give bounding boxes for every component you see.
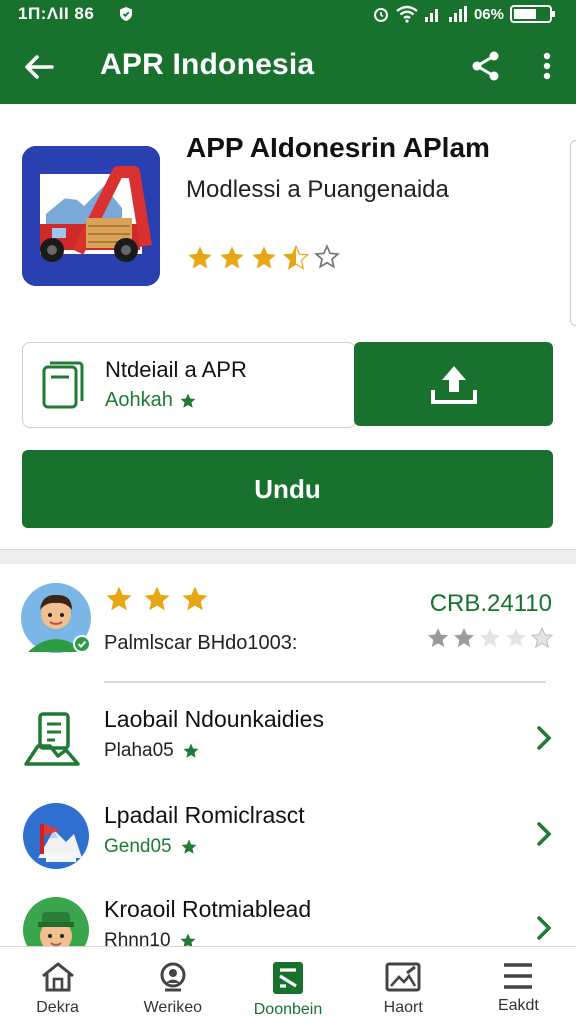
nav-label: Haort [383, 999, 423, 1016]
star-half-icon [282, 244, 310, 270]
signal-icon-2 [448, 6, 467, 22]
header: 1Π:ΛΙΙ 86 06% APR Indonesia [0, 0, 576, 104]
star-empty-icon [314, 244, 340, 269]
star-full-icon [144, 586, 170, 611]
list-item-sub-label: Gend05 [104, 836, 172, 857]
download-button[interactable]: Undu [22, 450, 553, 528]
page-title: APR Indonesia [100, 48, 315, 81]
star-full-icon [182, 586, 208, 611]
share-icon[interactable] [468, 48, 504, 84]
app-icon[interactable] [22, 146, 160, 286]
upload-icon [430, 366, 477, 404]
file-name: Ntdeiail a APR [105, 357, 247, 382]
section-separator [0, 550, 576, 564]
star-empty-icon [506, 628, 526, 647]
menu-icon [504, 963, 533, 989]
star-icon [180, 393, 196, 408]
divider [104, 681, 546, 683]
app-rating-stars [186, 244, 340, 272]
app-card: APP AIdonesrin APlam Modlessi a Puangena… [0, 104, 576, 550]
review-score: CRB.24110 [429, 590, 552, 617]
list-item-sub: Plaha05 [104, 740, 200, 762]
chevron-right-icon[interactable] [532, 818, 556, 850]
nav-item-home[interactable]: Dekra [0, 947, 115, 1024]
star-empty-icon [480, 628, 500, 647]
reviewer-name: Palmlscar BHdo1003: [104, 632, 298, 654]
star-gray-icon [428, 628, 448, 647]
list-item-title: Laobail Ndounkaidies [104, 706, 324, 732]
status-right: 06% [372, 4, 556, 24]
app-name: APP AIdonesrin APlam [186, 132, 490, 163]
back-arrow-icon[interactable] [22, 50, 56, 84]
battery-percent: 06% [473, 5, 504, 23]
star-full-icon [252, 246, 276, 269]
upload-button[interactable] [354, 342, 553, 426]
nav-label: Dekra [36, 999, 79, 1016]
nav-label: Doonbein [253, 1001, 323, 1018]
home-icon [41, 962, 74, 992]
file-info-box[interactable]: Ntdeiail a APR Aohkah [22, 342, 356, 428]
nav-label: Werikeo [143, 999, 202, 1016]
list-item[interactable]: Laobail Ndounkaidies Plaha05 [0, 692, 576, 784]
avatar [20, 582, 92, 656]
wifi-icon [396, 5, 418, 23]
app-developer: Modlessi a Puangenaida [186, 176, 449, 203]
star-empty-icon [530, 626, 554, 649]
search-person-icon [160, 962, 186, 992]
list-item-sub: Gend05 [104, 836, 198, 858]
review-gray-stars [426, 626, 554, 650]
alarm-icon [373, 8, 388, 22]
nav-label: Eakdt [497, 997, 539, 1014]
list-item[interactable]: Lpadail Romiclrasct Gend05 [0, 788, 576, 880]
document-hand-icon [22, 706, 90, 774]
shield-icon [118, 6, 134, 27]
chevron-right-icon[interactable] [532, 912, 556, 944]
app-bar: APR Indonesia [0, 30, 576, 104]
status-bar: 1Π:ΛΙΙ 86 06% [0, 0, 576, 30]
star-icon [183, 743, 199, 758]
star-full-icon [106, 586, 132, 611]
image-edit-icon [385, 962, 421, 992]
star-gray-icon [454, 628, 474, 647]
chevron-right-icon[interactable] [532, 722, 556, 754]
bottom-nav: Dekra Werikeo Doonbein Haort Eakdt [0, 946, 576, 1024]
list-item-sub-label: Plaha05 [104, 740, 174, 761]
battery-icon [510, 5, 555, 23]
nav-item-menu[interactable]: Eakdt [461, 947, 576, 1024]
more-vert-icon[interactable] [534, 48, 560, 84]
nav-item-image[interactable]: Haort [346, 947, 461, 1024]
side-panel-edge[interactable] [570, 140, 576, 326]
star-icon [181, 839, 197, 854]
status-time: 1Π:ΛΙΙ 86 [18, 4, 95, 23]
star-full-icon [220, 246, 244, 269]
nav-item-search[interactable]: Werikeo [115, 947, 230, 1024]
document-icon [41, 361, 85, 416]
signal-icon [424, 9, 438, 22]
review-stars [104, 584, 210, 614]
list-item-title: Kroaoil Rotmiablead [104, 896, 312, 922]
download-tab-icon [273, 962, 303, 994]
nav-item-download[interactable]: Doonbein [230, 947, 345, 1024]
star-full-icon [188, 246, 212, 269]
file-sub: Aohkah [105, 389, 197, 412]
mountain-flag-icon [22, 802, 90, 870]
review-card[interactable]: Palmlscar BHdo1003: CRB.24110 [0, 564, 576, 682]
list-item-title: Lpadail Romiclrasct [104, 802, 305, 828]
file-sub-label: Aohkah [105, 389, 173, 411]
